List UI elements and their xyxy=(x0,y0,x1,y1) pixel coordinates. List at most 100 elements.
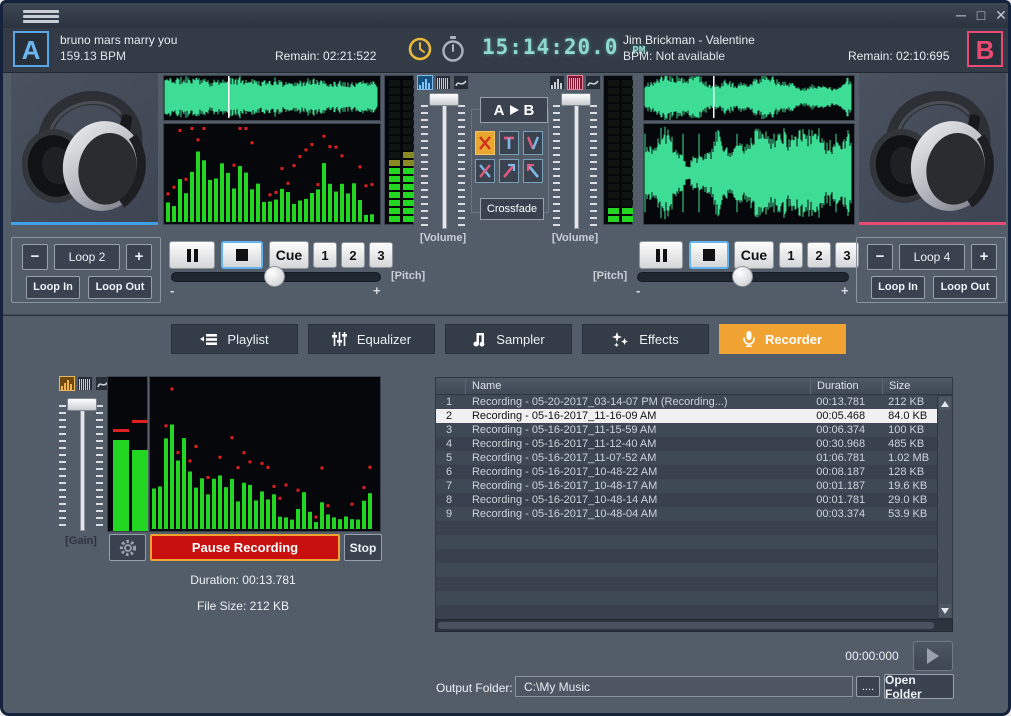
loop-increase-button[interactable]: + xyxy=(126,244,152,270)
deck-a-volume-handle[interactable] xyxy=(429,93,459,106)
browse-folder-button[interactable]: .... xyxy=(856,676,880,697)
empty-row xyxy=(436,549,937,563)
bars-view-icon[interactable] xyxy=(417,75,433,90)
cell-duration: 00:05.468 xyxy=(810,409,882,423)
deck-b-volume-handle[interactable] xyxy=(561,93,591,106)
table-row[interactable]: 7Recording - 05-16-2017_10-48-17 AM00:01… xyxy=(436,479,937,493)
table-row[interactable]: 9Recording - 05-16-2017_10-48-04 AM00:03… xyxy=(436,507,937,521)
output-folder-input[interactable] xyxy=(515,676,853,697)
scroll-up-button[interactable] xyxy=(939,397,951,410)
tab-sampler[interactable]: Sampler xyxy=(445,324,572,354)
clock-icon[interactable] xyxy=(407,36,433,62)
table-row[interactable]: 6Recording - 05-16-2017_10-48-22 AM00:08… xyxy=(436,465,937,479)
curve-view-icon[interactable] xyxy=(453,75,469,90)
arrow-right-icon xyxy=(510,105,519,115)
deck-b-waveform-detail[interactable] xyxy=(643,123,855,225)
recorder-settings-button[interactable] xyxy=(109,534,146,561)
maximize-button[interactable]: □ xyxy=(971,5,991,25)
table-vertical-scrollbar[interactable] xyxy=(937,395,953,619)
deck-b-hotcue-2-button[interactable]: 2 xyxy=(807,242,831,268)
curve-view-icon[interactable] xyxy=(585,75,601,90)
menu-icon[interactable] xyxy=(23,8,59,24)
deck-a-hotcue-1-button[interactable]: 1 xyxy=(313,242,337,268)
loop-decrease-button[interactable]: − xyxy=(867,244,893,270)
a-to-b-button[interactable]: A B xyxy=(480,97,548,123)
deck-b-stop-button[interactable] xyxy=(689,241,729,269)
table-row[interactable]: 8Recording - 05-16-2017_10-48-14 AM00:01… xyxy=(436,493,937,507)
deck-b-pitch-slider[interactable] xyxy=(637,272,849,282)
tab-recorder[interactable]: Recorder xyxy=(719,324,846,354)
pause-recording-button[interactable]: Pause Recording xyxy=(150,534,340,561)
crossfade-curve-4-button[interactable] xyxy=(475,159,495,183)
deck-b-badge: B xyxy=(967,31,1003,67)
column-header-size[interactable]: Size xyxy=(883,378,938,394)
table-row[interactable]: 2Recording - 05-16-2017_11-16-09 AM00:05… xyxy=(436,409,937,423)
loop-out-button[interactable]: Loop Out xyxy=(88,276,152,299)
deck-b-cue-button[interactable]: Cue xyxy=(734,241,774,269)
preview-play-button[interactable] xyxy=(913,641,953,671)
deck-b-waveform[interactable] xyxy=(643,75,855,121)
loop-increase-button[interactable]: + xyxy=(971,244,997,270)
deck-a-remain: Remain: 02:21:522 xyxy=(275,49,376,63)
recorder-gain-slider[interactable] xyxy=(57,393,105,533)
spectrum-view-icon[interactable] xyxy=(77,376,93,391)
deck-a-stop-button[interactable] xyxy=(221,241,263,269)
column-header-num[interactable] xyxy=(436,378,466,394)
deck-a-hotcue-2-button[interactable]: 2 xyxy=(341,242,365,268)
column-header-duration[interactable]: Duration xyxy=(811,378,883,394)
stopwatch-icon[interactable] xyxy=(440,35,466,63)
cell-size: 128 KB xyxy=(882,465,937,479)
deck-b-volume-slider[interactable] xyxy=(551,93,599,231)
deck-a-badge: A xyxy=(13,31,49,67)
recorder-view-icons xyxy=(59,376,111,391)
tab-effects[interactable]: Effects xyxy=(582,324,709,354)
table-row[interactable]: 4Recording - 05-16-2017_11-12-40 AM00:30… xyxy=(436,437,937,451)
deck-a-pause-button[interactable] xyxy=(169,241,215,269)
deck-b-hotcue-1-button[interactable]: 1 xyxy=(779,242,803,268)
section-divider xyxy=(3,314,1008,316)
cell-duration: 00:13.781 xyxy=(810,395,882,409)
deck-b-headphones-panel xyxy=(859,73,1006,225)
deck-a-hotcue-3-button[interactable]: 3 xyxy=(369,242,393,268)
recorder-gain-label: [Gain] xyxy=(53,535,109,547)
deck-a-volume-slider[interactable] xyxy=(419,93,467,231)
table-row[interactable]: 3Recording - 05-16-2017_11-15-59 AM00:06… xyxy=(436,423,937,437)
loop-decrease-button[interactable]: − xyxy=(22,244,48,270)
deck-a-pitch-slider[interactable] xyxy=(171,272,381,282)
open-folder-button[interactable]: Open Folder xyxy=(884,674,954,699)
deck-a-waveform[interactable] xyxy=(163,75,381,121)
recording-stop-button[interactable]: Stop xyxy=(344,534,382,561)
tab-playlist[interactable]: Playlist xyxy=(171,324,298,354)
minimize-button[interactable]: ─ xyxy=(951,5,971,25)
loop-in-button[interactable]: Loop In xyxy=(871,276,925,299)
table-horizontal-scrollbar[interactable] xyxy=(435,619,953,632)
cell-num: 1 xyxy=(436,395,466,409)
crossfade-curve-6-button[interactable] xyxy=(523,159,543,183)
loop-in-button[interactable]: Loop In xyxy=(26,276,80,299)
tab-equalizer[interactable]: Equalizer xyxy=(308,324,435,354)
bars-view-icon[interactable] xyxy=(549,75,565,90)
spectrum-view-icon[interactable] xyxy=(567,75,583,90)
close-button[interactable]: ✕ xyxy=(991,5,1011,25)
table-row[interactable]: 5Recording - 05-16-2017_11-07-52 AM01:06… xyxy=(436,451,937,465)
crossfade-curve-1-button[interactable] xyxy=(475,131,495,155)
deck-b-pause-button[interactable] xyxy=(639,241,683,269)
deck-a-pitch-handle[interactable] xyxy=(264,266,285,287)
column-header-name[interactable]: Name xyxy=(466,378,811,394)
recording-file-size: File Size: 212 KB xyxy=(103,599,383,613)
deck-a-cue-button[interactable]: Cue xyxy=(269,241,309,269)
scroll-down-button[interactable] xyxy=(939,604,951,617)
cell-duration: 00:03.374 xyxy=(810,507,882,521)
deck-b-pitch-handle[interactable] xyxy=(732,266,753,287)
loop-out-button[interactable]: Loop Out xyxy=(933,276,997,299)
bars-view-icon[interactable] xyxy=(59,376,75,391)
crossfade-curve-5-button[interactable] xyxy=(499,159,519,183)
playlist-icon xyxy=(200,333,217,346)
scrollbar-thumb[interactable] xyxy=(438,622,934,629)
crossfade-curve-3-button[interactable] xyxy=(523,131,543,155)
recorder-gain-handle[interactable] xyxy=(67,398,97,411)
spectrum-view-icon[interactable] xyxy=(435,75,451,90)
crossfade-curve-2-button[interactable] xyxy=(499,131,519,155)
cell-name: Recording - 05-16-2017_10-48-17 AM xyxy=(466,479,810,493)
table-row[interactable]: 1Recording - 05-20-2017_03-14-07 PM (Rec… xyxy=(436,395,937,409)
